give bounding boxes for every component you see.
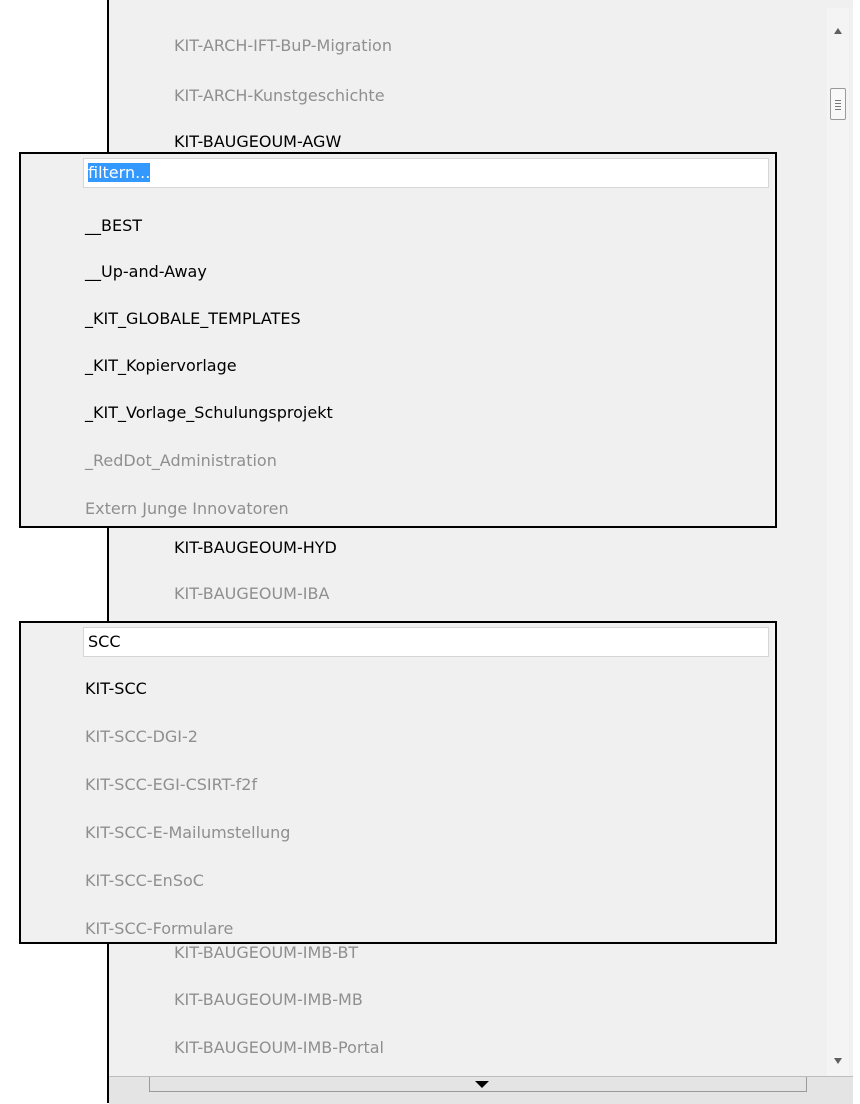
list-item[interactable]: KIT-SCC-Formulare [85, 919, 233, 938]
filter-input-value: filtern... [88, 163, 151, 182]
list-item[interactable]: __Up-and-Away [85, 262, 207, 281]
background-scrollbar[interactable] [827, 8, 849, 1098]
list-item[interactable]: KIT-BAUGEOUM-IMB-Portal [174, 1038, 384, 1057]
dropdown-scrollbar[interactable] [773, 154, 775, 526]
scrollbar-thumb[interactable] [830, 88, 846, 120]
list-item[interactable]: KIT-ARCH-IFT-BuP-Migration [174, 36, 392, 55]
list-item[interactable]: Extern Junge Innovatoren [85, 499, 289, 518]
background-list-footer [109, 1076, 853, 1104]
list-item[interactable]: KIT-ARCH-Kunstgeschichte [174, 86, 385, 105]
dropdown-scrollbar[interactable] [773, 623, 775, 942]
list-item[interactable]: KIT-SCC-EnSoC [85, 871, 204, 890]
project-dropdown-filter: filtern... __BEST __Up-and-Away _KIT_GLO… [19, 152, 777, 528]
list-item[interactable]: KIT-BAUGEOUM-IMB-BT [174, 943, 358, 962]
filter-input[interactable]: filtern... [83, 158, 769, 188]
triangle-down-icon[interactable] [475, 1081, 489, 1088]
arrow-up-icon[interactable] [834, 28, 842, 34]
list-item[interactable]: KIT-BAUGEOUM-IMB-MB [174, 990, 363, 1009]
list-item[interactable]: _KIT_Vorlage_Schulungsprojekt [85, 403, 333, 422]
list-item[interactable]: _RedDot_Administration [85, 451, 277, 470]
list-item[interactable]: __BEST [85, 216, 142, 235]
list-item[interactable]: KIT-SCC-DGI-2 [85, 727, 198, 746]
list-item[interactable]: KIT-BAUGEOUM-AGW [174, 132, 341, 151]
list-item[interactable]: KIT-SCC-E-Mailumstellung [85, 823, 290, 842]
list-item[interactable]: _KIT_GLOBALE_TEMPLATES [85, 309, 301, 328]
list-item[interactable]: _KIT_Kopiervorlage [85, 356, 237, 375]
search-input-value: SCC [88, 632, 121, 651]
list-item[interactable]: KIT-BAUGEOUM-HYD [174, 538, 337, 557]
list-item[interactable]: KIT-BAUGEOUM-IBA [174, 584, 329, 603]
list-item[interactable]: KIT-SCC [85, 679, 147, 698]
project-dropdown-search: SCC KIT-SCC KIT-SCC-DGI-2 KIT-SCC-EGI-CS… [19, 621, 777, 944]
search-input[interactable]: SCC [83, 627, 769, 657]
arrow-down-icon[interactable] [834, 1058, 842, 1064]
list-item[interactable]: KIT-SCC-EGI-CSIRT-f2f [85, 775, 257, 794]
